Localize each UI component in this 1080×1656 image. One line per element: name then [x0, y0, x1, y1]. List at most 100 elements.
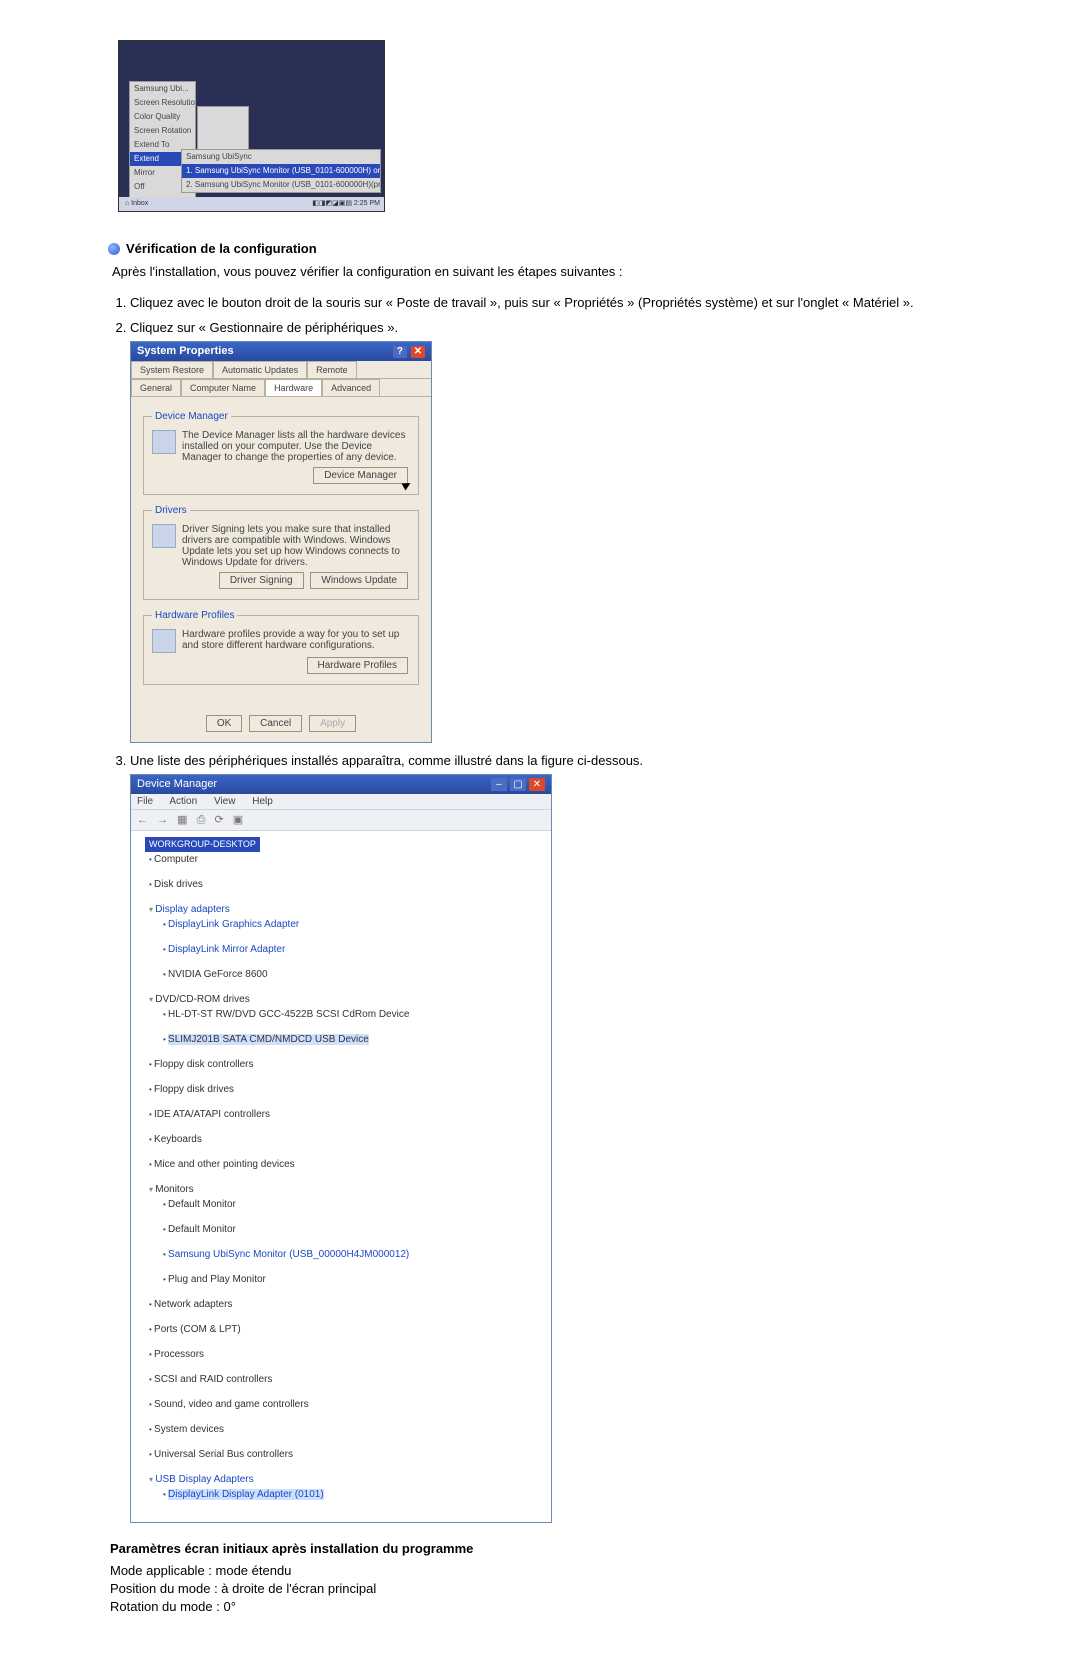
dialog-buttons: OK Cancel Apply — [131, 705, 431, 742]
tab-general: General — [131, 379, 181, 396]
tree-item: Universal Serial Bus controllers — [149, 1447, 545, 1462]
tree-item: DisplayLink Display Adapter (0101) — [163, 1487, 545, 1502]
tree-item: Plug and Play Monitor — [163, 1272, 545, 1287]
ok-button: OK — [206, 715, 242, 732]
menu-item: Screen Resolution — [130, 96, 195, 110]
menu-action: Action — [169, 796, 197, 807]
screenshot-system-properties: System Properties ? ✕ System Restore Aut… — [130, 341, 432, 743]
step-2-text: Cliquez sur « Gestionnaire de périphériq… — [130, 320, 398, 335]
menu-item: Color Quality — [130, 110, 195, 124]
help-icon: ? — [393, 346, 407, 358]
cancel-button: Cancel — [249, 715, 302, 732]
tree-item: Mice and other pointing devices — [149, 1157, 545, 1172]
tree-item: Default Monitor — [163, 1222, 545, 1237]
submenu-item-selected: 1. Samsung UbiSync Monitor (USB_0101-600… — [182, 164, 380, 178]
group-drivers: Drivers Driver Signing lets you make sur… — [143, 505, 419, 600]
screenshot-device-manager: Device Manager – ▢ ✕ File Action View He… — [130, 774, 552, 1523]
tree-item: Network adapters — [149, 1297, 545, 1312]
maximize-icon: ▢ — [510, 778, 526, 791]
param-position: Position du mode : à droite de l'écran p… — [110, 1580, 990, 1598]
hardware-profiles-button: Hardware Profiles — [307, 657, 408, 674]
tree-item: System devices — [149, 1422, 545, 1437]
tree-item: SLIMJ201B SATA CMD/NMDCD USB Device — [163, 1032, 545, 1047]
bullet-icon — [108, 243, 120, 255]
section-initial-params: Paramètres écran initiaux après installa… — [110, 1541, 990, 1556]
tab-hardware: Hardware — [265, 379, 322, 396]
tree-item: Sound, video and game controllers — [149, 1397, 545, 1412]
tab-row-1: System Restore Automatic Updates Remote — [131, 361, 431, 379]
device-manager-button: Device Manager — [313, 467, 408, 484]
tab-system-restore: System Restore — [131, 361, 213, 378]
device-tree: WORKGROUP-DESKTOP Computer Disk drives Dis… — [131, 831, 551, 1522]
legend-device-manager: Device Manager — [152, 411, 231, 422]
close-icon: ✕ — [529, 778, 545, 791]
param-rotation: Rotation du mode : 0° — [110, 1598, 990, 1616]
tree-root: WORKGROUP-DESKTOP — [145, 837, 260, 852]
drivers-text: Driver Signing lets you make sure that i… — [182, 524, 410, 568]
tab-row-2: General Computer Name Hardware Advanced — [131, 379, 431, 397]
close-icon: ✕ — [411, 346, 425, 358]
menubar: File Action View Help — [131, 794, 551, 809]
tree-item: Floppy disk drives — [149, 1082, 545, 1097]
dialog-titlebar: System Properties ? ✕ — [131, 342, 431, 361]
toolbar-icon: ⟳ — [214, 814, 223, 826]
submenu-item: 2. Samsung UbiSync Monitor (USB_0101-600… — [182, 178, 380, 192]
toolbar: ← → ▦ ⎙ ⟳ ▣ — [131, 809, 551, 831]
drivers-icon — [152, 524, 176, 548]
tree-item: Samsung UbiSync Monitor (USB_00000H4JM00… — [163, 1247, 545, 1262]
tree-item: DisplayLink Mirror Adapter — [163, 942, 545, 957]
legend-drivers: Drivers — [152, 505, 190, 516]
step-3: Une liste des périphériques installés ap… — [130, 753, 990, 1523]
tree-item: DVD/CD-ROM drivesHL-DT-ST RW/DVD GCC-452… — [149, 992, 545, 1047]
tree-item: HL-DT-ST RW/DVD GCC-4522B SCSI CdRom Dev… — [163, 1007, 545, 1022]
tree-item: DisplayLink Graphics Adapter — [163, 917, 545, 932]
param-mode: Mode applicable : mode étendu — [110, 1562, 990, 1580]
taskbar-left: ⌂ Inbox — [125, 197, 148, 211]
toolbar-icon: ▦ — [177, 814, 187, 826]
step-2: Cliquez sur « Gestionnaire de périphériq… — [130, 320, 990, 743]
tab-remote: Remote — [307, 361, 357, 378]
tree-item: SCSI and RAID controllers — [149, 1372, 545, 1387]
tree-item: Floppy disk controllers — [149, 1057, 545, 1072]
window-buttons: ? ✕ — [392, 345, 425, 358]
menu-view: View — [214, 796, 236, 807]
tree-item: Ports (COM & LPT) — [149, 1322, 545, 1337]
taskbar-tray: ◧◨◩◪▣▤ 2:25 PM — [312, 197, 384, 211]
tree-item: Display adaptersDisplayLink Graphics Ada… — [149, 902, 545, 982]
tree-item: Processors — [149, 1347, 545, 1362]
toolbar-icon: → — [157, 814, 168, 826]
taskbar: ⌂ Inbox ◧◨◩◪▣▤ 2:25 PM — [119, 197, 384, 211]
hw-profiles-text: Hardware profiles provide a way for you … — [182, 629, 410, 653]
group-device-manager: Device Manager The Device Manager lists … — [143, 411, 419, 495]
devmgr-text: The Device Manager lists all the hardwar… — [182, 430, 410, 463]
tree-item: Computer — [149, 852, 545, 867]
menu-file: File — [137, 796, 153, 807]
window-title: Device Manager — [137, 778, 217, 791]
context-submenu-devices: Samsung UbiSync 1. Samsung UbiSync Monit… — [181, 149, 381, 193]
toolbar-icon: ← — [137, 814, 148, 826]
window-buttons: – ▢ ✕ — [491, 778, 545, 791]
tree-item: IDE ATA/ATAPI controllers — [149, 1107, 545, 1122]
hw-profiles-icon — [152, 629, 176, 653]
tab-auto-updates: Automatic Updates — [213, 361, 307, 378]
initial-params: Mode applicable : mode étendu Position d… — [110, 1562, 990, 1616]
menu-item: Screen Rotation — [130, 124, 195, 138]
toolbar-icon: ▣ — [233, 814, 243, 826]
step-3-text: Une liste des périphériques installés ap… — [130, 753, 643, 768]
tree-item: Default Monitor — [163, 1197, 545, 1212]
step-1: Cliquez avec le bouton droit de la souri… — [130, 295, 990, 310]
section-heading: Vérification de la configuration — [126, 241, 317, 256]
apply-button: Apply — [309, 715, 356, 732]
tree-item: NVIDIA GeForce 8600 — [163, 967, 545, 982]
tree-item: USB Display AdaptersDisplayLink Display … — [149, 1472, 545, 1502]
group-hardware-profiles: Hardware Profiles Hardware profiles prov… — [143, 610, 419, 685]
driver-signing-button: Driver Signing — [219, 572, 304, 589]
menu-item: Samsung Ubi... — [130, 82, 195, 96]
paragraph: Après l'installation, vous pouvez vérifi… — [112, 264, 990, 279]
menu-help: Help — [252, 796, 273, 807]
toolbar-icon: ⎙ — [197, 814, 206, 826]
tree-item: Keyboards — [149, 1132, 545, 1147]
tree-item: Disk drives — [149, 877, 545, 892]
windows-update-button: Windows Update — [310, 572, 408, 589]
devmgr-icon — [152, 430, 176, 454]
